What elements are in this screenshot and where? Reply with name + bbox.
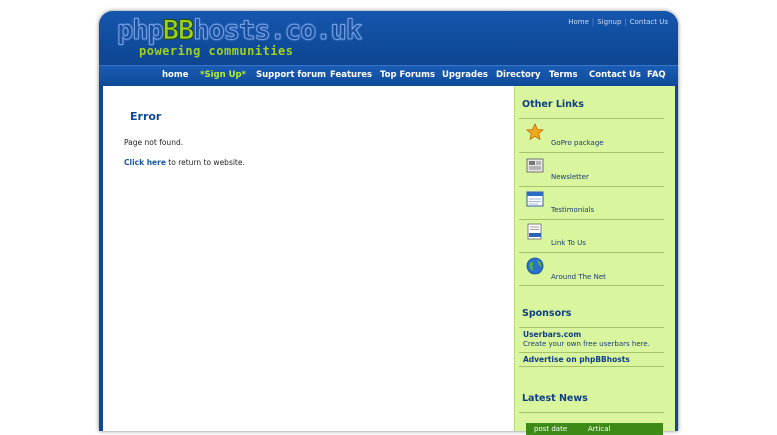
toplink-home[interactable]: Home bbox=[568, 18, 589, 26]
logo-suffix: hosts.co.uk bbox=[193, 15, 363, 47]
divider bbox=[519, 412, 664, 413]
sidebar-link-link-to-us[interactable]: Link To Us bbox=[519, 220, 664, 253]
nav-directory[interactable]: Directory bbox=[496, 70, 541, 80]
nav-terms[interactable]: Terms bbox=[549, 70, 578, 80]
main-nav: home *Sign Up* Support forum Features To… bbox=[99, 65, 678, 87]
page-title: Error bbox=[130, 110, 162, 123]
return-text: to return to website. bbox=[165, 158, 245, 167]
toplink-separator: | bbox=[624, 18, 627, 26]
logo-tagline: powering communities bbox=[139, 44, 294, 58]
return-link[interactable]: Click here bbox=[124, 158, 166, 167]
advertise-link[interactable]: Advertise on phpBBhosts bbox=[523, 355, 630, 364]
sidebar-link-label: Testimonials bbox=[551, 206, 595, 214]
newsletter-icon bbox=[526, 158, 544, 173]
sponsor-userbars-link[interactable]: Userbars.com bbox=[523, 330, 581, 339]
sidebar: Other Links GoPro package Newsletter Tes… bbox=[514, 86, 675, 435]
sidebar-link-label: Around The Net bbox=[551, 273, 606, 281]
sidebar-link-gopro[interactable]: GoPro package bbox=[519, 120, 664, 153]
logo-prefix: php bbox=[117, 15, 165, 47]
nav-support-forum[interactable]: Support forum bbox=[256, 70, 326, 80]
divider bbox=[519, 118, 664, 119]
divider bbox=[519, 352, 664, 353]
sidebar-link-newsletter[interactable]: Newsletter bbox=[519, 154, 664, 187]
return-line: Click here to return to website. bbox=[124, 158, 245, 167]
sidebar-link-label: Newsletter bbox=[551, 173, 589, 181]
news-table-header: post date Artical bbox=[526, 423, 663, 435]
top-links: Home | Signup | Contact Us bbox=[568, 18, 668, 26]
other-links-heading: Other Links bbox=[522, 99, 584, 110]
document-link-icon bbox=[527, 223, 542, 240]
site-header: phpBBhosts.co.uk powering communities Ho… bbox=[99, 11, 678, 65]
nav-home[interactable]: home bbox=[162, 70, 189, 80]
nav-faq[interactable]: FAQ bbox=[647, 70, 666, 80]
logo-bb: BB bbox=[162, 15, 194, 47]
divider bbox=[519, 152, 664, 153]
error-message: Page not found. bbox=[124, 138, 184, 147]
divider bbox=[519, 285, 664, 286]
nav-features[interactable]: Features bbox=[330, 70, 372, 80]
news-col-post-date: post date bbox=[534, 425, 568, 433]
sponsors-heading: Sponsors bbox=[522, 308, 572, 319]
nav-contact-us[interactable]: Contact Us bbox=[589, 70, 641, 80]
toplink-signup[interactable]: Signup bbox=[597, 18, 621, 26]
sponsor-userbars-desc: Create your own free userbars here. bbox=[523, 340, 650, 348]
logo-wordmark: phpBBhosts.co.uk bbox=[117, 15, 363, 47]
toplink-contact[interactable]: Contact Us bbox=[630, 18, 668, 26]
main-content: Error Page not found. Click here to retu… bbox=[103, 86, 514, 431]
divider bbox=[519, 327, 664, 328]
nav-signup[interactable]: *Sign Up* bbox=[200, 70, 246, 80]
star-icon bbox=[526, 123, 544, 141]
latest-news-heading: Latest News bbox=[522, 393, 588, 404]
site-logo[interactable]: phpBBhosts.co.uk powering communities bbox=[117, 15, 363, 61]
nav-upgrades[interactable]: Upgrades bbox=[442, 70, 488, 80]
sidebar-link-around-the-net[interactable]: Around The Net bbox=[519, 254, 664, 287]
site-frame: phpBBhosts.co.uk powering communities Ho… bbox=[99, 11, 678, 435]
sidebar-link-label: GoPro package bbox=[551, 139, 604, 147]
divider bbox=[519, 366, 664, 367]
nav-top-forums[interactable]: Top Forums bbox=[380, 70, 435, 80]
sidebar-link-label: Link To Us bbox=[551, 239, 586, 247]
news-col-artical: Artical bbox=[588, 425, 611, 433]
toplink-separator: | bbox=[591, 18, 595, 26]
calendar-icon bbox=[526, 191, 544, 207]
divider bbox=[519, 252, 664, 253]
globe-icon bbox=[526, 257, 544, 275]
sidebar-link-testimonials[interactable]: Testimonials bbox=[519, 187, 664, 220]
